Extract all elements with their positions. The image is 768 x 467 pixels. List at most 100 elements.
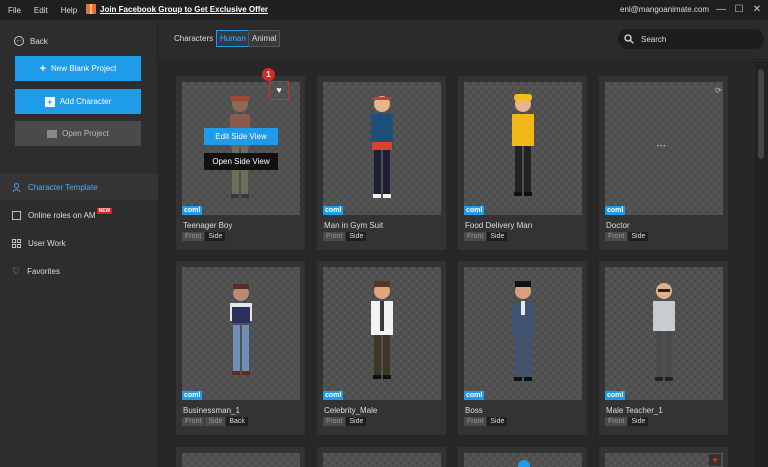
grid-icon — [12, 238, 21, 248]
facebook-promo-link[interactable]: Join Facebook Group to Get Exclusive Off… — [86, 4, 268, 14]
view-tag-side: Side — [205, 232, 226, 241]
character-figure — [371, 96, 393, 198]
character-figure — [512, 281, 534, 381]
minimize-button[interactable]: — — [714, 3, 728, 17]
filter-bar: Characters Human Animal Search — [158, 20, 768, 60]
view-tag-front: Front — [605, 417, 628, 426]
view-tags: Front Side — [605, 417, 649, 426]
view-tags: Front Side Back — [182, 417, 248, 426]
menu-file[interactable]: File — [8, 6, 21, 15]
character-thumbnail — [182, 453, 300, 467]
character-card[interactable]: coml Celebrity_Male Front Side — [317, 261, 446, 435]
character-name: Doctor — [606, 221, 630, 230]
view-tag-side: Side — [628, 232, 649, 241]
am-icon — [12, 210, 21, 220]
character-thumbnail — [323, 453, 441, 467]
character-thumbnail: coml — [182, 82, 300, 215]
character-card[interactable]: coml Edit Side View Open Side View ♥ 1 T… — [176, 68, 305, 250]
open-project-label: Open Project — [62, 129, 109, 138]
character-grid: coml Edit Side View Open Side View ♥ 1 T… — [158, 61, 755, 467]
nav-label: Character Template — [28, 182, 98, 192]
character-card[interactable]: ⟳ ••• coml Doctor Front Side — [599, 76, 728, 250]
view-tag-front: Front — [464, 232, 487, 241]
coml-badge: coml — [323, 391, 344, 400]
new-badge: NEW — [96, 208, 113, 214]
view-tag-side: Side — [346, 232, 367, 241]
coml-badge: coml — [464, 206, 485, 215]
character-name: Teenager Boy — [183, 221, 233, 230]
character-card-partial[interactable] — [176, 447, 305, 467]
loading-dots-icon: ••• — [657, 144, 667, 150]
character-thumbnail: coml — [464, 82, 582, 215]
add-box-icon: + — [44, 96, 55, 107]
characters-label: Characters — [174, 34, 214, 43]
maximize-button[interactable]: ☐ — [732, 3, 746, 17]
coml-badge: coml — [605, 206, 626, 215]
character-thumbnail: ♥ — [605, 453, 723, 467]
coml-badge: coml — [605, 391, 626, 400]
view-tag-back: Back — [226, 417, 248, 426]
favorite-heart-icon[interactable]: ♥ — [709, 454, 721, 466]
edit-side-view-button[interactable]: Edit Side View — [204, 128, 278, 145]
favorite-heart-icon[interactable]: ♥ — [269, 81, 289, 100]
search-input[interactable]: Search — [618, 29, 764, 49]
open-project-button[interactable]: Open Project — [15, 121, 141, 146]
open-side-view-button[interactable]: Open Side View — [204, 153, 278, 170]
character-name: Food Delivery Man — [465, 221, 533, 230]
back-button[interactable]: ← Back — [14, 36, 48, 46]
character-thumbnail: coml — [605, 267, 723, 400]
scrollbar-thumb[interactable] — [758, 69, 764, 159]
view-tag-side: Side — [487, 232, 508, 241]
menu-edit[interactable]: Edit — [34, 6, 48, 15]
menu-help[interactable]: Help — [61, 6, 77, 15]
view-tag-front: Front — [323, 232, 346, 241]
new-blank-project-button[interactable]: + New Blank Project — [15, 56, 141, 81]
plus-icon: + — [39, 62, 47, 75]
promo-text: Join Facebook Group to Get Exclusive Off… — [100, 4, 269, 14]
character-card[interactable]: coml Food Delivery Man Front Side — [458, 76, 587, 250]
view-tags: Front Side — [323, 232, 367, 241]
back-arrow-icon: ← — [14, 36, 24, 46]
character-thumbnail: ⟳ ••• coml — [605, 82, 723, 215]
character-card[interactable]: coml Businessman_1 Front Side Back — [176, 261, 305, 435]
add-character-label: Add Character — [59, 97, 112, 106]
coml-badge: coml — [182, 391, 203, 400]
view-tags: Front Side — [605, 232, 649, 241]
character-card[interactable]: coml Male Teacher_1 Front Side — [599, 261, 728, 435]
view-tag-front: Front — [182, 232, 205, 241]
nav-favorites[interactable]: ♡ Favorites — [0, 258, 158, 284]
character-name: Celebrity_Male — [324, 406, 378, 415]
nav-label: User Work — [28, 238, 66, 248]
character-name: Male Teacher_1 — [606, 406, 663, 415]
nav-character-template[interactable]: Character Template — [0, 174, 158, 200]
character-card-partial[interactable] — [458, 447, 587, 467]
close-button[interactable]: ✕ — [750, 3, 764, 17]
character-thumbnail — [464, 453, 582, 467]
add-character-button[interactable]: + Add Character — [15, 89, 141, 114]
character-card-partial[interactable]: ♥ — [599, 447, 728, 467]
coml-badge: coml — [464, 391, 485, 400]
scrollbar[interactable] — [755, 61, 768, 467]
account-email[interactable]: enl@mangoanimate.com — [620, 5, 709, 14]
nav-user-work[interactable]: User Work — [0, 230, 158, 256]
gift-icon — [86, 4, 96, 14]
character-card[interactable]: coml Boss Front Side — [458, 261, 587, 435]
view-tag-side: Side — [487, 417, 508, 426]
refresh-icon: ⟳ — [715, 86, 722, 95]
step-callout: 1 — [262, 68, 275, 81]
heart-outline-icon: ♡ — [12, 265, 21, 276]
character-name: Boss — [465, 406, 483, 415]
character-figure — [512, 94, 534, 196]
view-tag-side: Side — [628, 417, 649, 426]
view-tags: Front Side — [323, 417, 367, 426]
search-placeholder: Search — [641, 34, 667, 44]
new-blank-project-label: New Blank Project — [51, 64, 117, 73]
tab-human[interactable]: Human — [216, 30, 250, 47]
character-card-partial[interactable] — [317, 447, 446, 467]
nav-online-roles[interactable]: Online roles on AM NEW — [0, 202, 158, 228]
avatar-cap — [518, 460, 530, 467]
view-tag-side: Side — [346, 417, 367, 426]
character-figure — [653, 283, 675, 381]
tab-animal[interactable]: Animal — [248, 30, 281, 47]
character-card[interactable]: coml Man in Gym Suit Front Side — [317, 76, 446, 250]
